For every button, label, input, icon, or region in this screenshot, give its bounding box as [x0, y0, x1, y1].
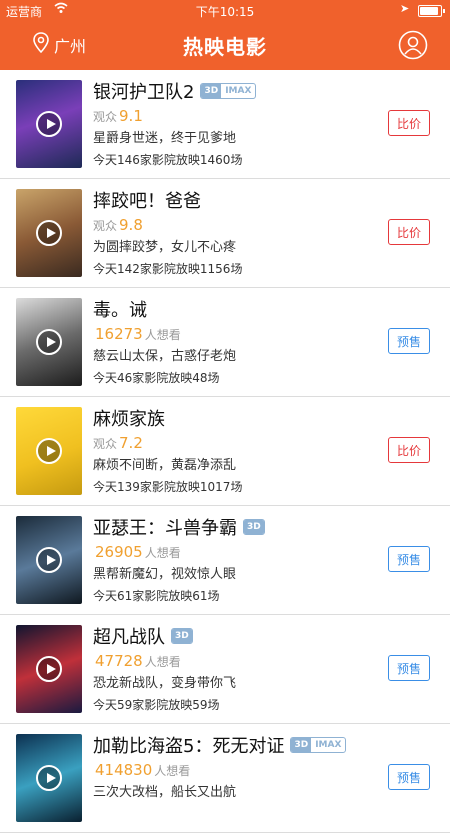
showtimes-summary: 今天139家影院放映1017场 [93, 480, 243, 494]
play-icon[interactable] [36, 438, 62, 464]
compare-price-button[interactable]: 比价 [388, 219, 430, 245]
play-icon[interactable] [36, 220, 62, 246]
badge-imax: IMAX [315, 740, 342, 750]
movie-item[interactable]: 麻烦家族 观众 7.2 麻烦不间断，黄磊净添乱 今天139家影院放映1017场 比价 [0, 397, 450, 506]
presale-button[interactable]: 预售 [388, 655, 430, 681]
showtimes-summary: 今天46家影院放映48场 [93, 371, 220, 385]
movie-tagline: 黑帮新魔幻，视效惊人眼 [93, 567, 237, 582]
movie-title: 毒。诫 [93, 300, 147, 321]
movie-tagline: 三次大改档，船长又出航 [93, 785, 237, 800]
movie-score: 414830 人想看 [93, 758, 373, 782]
movie-title: 加勒比海盗5：死无对证 [93, 736, 285, 757]
score-prefix: 观众 [93, 219, 118, 233]
movie-info: 银河护卫队2 3D IMAX 观众 9.1 星爵身世迷，终于见爹地 今天146家影院放映14… [93, 78, 373, 170]
battery-icon [418, 5, 445, 17]
play-icon[interactable] [36, 656, 62, 682]
score-value: 9.8 [119, 216, 143, 234]
movie-tagline: 星爵身世迷，终于见爹地 [93, 131, 237, 146]
movie-score: 观众 9.8 [93, 213, 373, 237]
format-badge: 3D [243, 519, 265, 535]
movie-list: 银河护卫队2 3D IMAX 观众 9.1 星爵身世迷，终于见爹地 今天146家影院放映14… [0, 70, 450, 833]
movie-poster[interactable] [16, 80, 82, 168]
showtimes-summary: 今天146家影院放映1460场 [93, 153, 243, 167]
score-suffix: 人想看 [144, 546, 181, 560]
movie-tagline: 为圆摔跤梦，女儿不心疼 [93, 240, 237, 255]
movie-item[interactable]: 摔跤吧！爸爸 观众 9.8 为圆摔跤梦，女儿不心疼 今天142家影院放映1156场 比价 [0, 179, 450, 288]
movie-poster[interactable] [16, 298, 82, 386]
movie-info: 麻烦家族 观众 7.2 麻烦不间断，黄磊净添乱 今天139家影院放映1017场 [93, 405, 373, 497]
page-title: 热映电影 [183, 35, 267, 59]
score-value: 47728 [95, 652, 143, 670]
movie-item[interactable]: 银河护卫队2 3D IMAX 观众 9.1 星爵身世迷，终于见爹地 今天146家影院放映14… [0, 70, 450, 179]
movie-tagline: 慈云山太保，古惑仔老炮 [93, 349, 237, 364]
showtimes-summary: 今天142家影院放映1156场 [93, 262, 243, 276]
presale-button[interactable]: 预售 [388, 328, 430, 354]
status-bar: 运营商 下午10:15 ➤ [0, 0, 450, 22]
movie-info: 毒。诫 16273 人想看 慈云山太保，古惑仔老炮 今天46家影院放映48场 [93, 296, 373, 388]
clock: 下午10:15 [195, 5, 255, 19]
movie-score: 47728 人想看 [93, 649, 373, 673]
score-suffix: 人想看 [154, 764, 191, 778]
movie-tagline: 恐龙新战队，变身带你飞 [93, 676, 237, 691]
format-badge: 3D IMAX [290, 737, 347, 753]
badge-3d: 3D [244, 520, 264, 534]
badge-3d: 3D [291, 738, 312, 752]
play-icon[interactable] [36, 329, 62, 355]
movie-title: 银河护卫队2 [93, 82, 195, 103]
compare-price-button[interactable]: 比价 [388, 110, 430, 136]
showtimes-summary: 今天59家影院放映59场 [93, 698, 220, 712]
score-value: 26905 [95, 543, 143, 561]
movie-title: 超凡战队 [93, 627, 165, 648]
score-value: 16273 [95, 325, 143, 343]
score-suffix: 人想看 [144, 328, 181, 342]
movie-poster[interactable] [16, 625, 82, 713]
play-icon[interactable] [36, 765, 62, 791]
movie-title: 摔跤吧！爸爸 [93, 191, 201, 212]
movie-info: 加勒比海盗5：死无对证 3D IMAX 414830 人想看三次大改档，船长又出航 [93, 732, 373, 824]
score-prefix: 观众 [93, 110, 118, 124]
score-value: 7.2 [119, 434, 143, 452]
movie-item[interactable]: 超凡战队 3D 47728 人想看恐龙新战队，变身带你飞 今天59家影院放映59场 预售 [0, 615, 450, 724]
movie-score: 观众 7.2 [93, 431, 373, 455]
score-suffix: 人想看 [144, 655, 181, 669]
badge-3d: 3D [201, 84, 222, 98]
presale-button[interactable]: 预售 [388, 546, 430, 572]
movie-poster[interactable] [16, 407, 82, 495]
showtimes-summary: 今天61家影院放映61场 [93, 589, 220, 603]
play-icon[interactable] [36, 547, 62, 573]
movie-tagline: 麻烦不间断，黄磊净添乱 [93, 458, 237, 473]
movie-score: 观众 9.1 [93, 104, 373, 128]
user-icon[interactable] [398, 30, 428, 64]
score-value: 414830 [95, 761, 153, 779]
compare-price-button[interactable]: 比价 [388, 437, 430, 463]
movie-item[interactable]: 毒。诫 16273 人想看 慈云山太保，古惑仔老炮 今天46家影院放映48场 预售 [0, 288, 450, 397]
format-badge: 3D [171, 628, 193, 644]
location-arrow-icon: ➤ [400, 2, 410, 15]
movie-item[interactable]: 亚瑟王：斗兽争霸 3D 26905 人想看黑帮新魔幻，视效惊人眼 今天61家影院放映61… [0, 506, 450, 615]
badge-3d: 3D [172, 629, 192, 643]
movie-score: 26905 人想看 [93, 540, 373, 564]
movie-info: 超凡战队 3D 47728 人想看恐龙新战队，变身带你飞 今天59家影院放映59场 [93, 623, 373, 715]
movie-info: 亚瑟王：斗兽争霸 3D 26905 人想看黑帮新魔幻，视效惊人眼 今天61家影院放映61… [93, 514, 373, 606]
movie-title: 麻烦家族 [93, 409, 165, 430]
score-prefix: 观众 [93, 437, 118, 451]
movie-score: 16273 人想看 [93, 322, 373, 346]
format-badge: 3D IMAX [200, 83, 257, 99]
movie-title: 亚瑟王：斗兽争霸 [93, 518, 237, 539]
badge-imax: IMAX [225, 86, 252, 96]
movie-poster[interactable] [16, 734, 82, 822]
score-value: 9.1 [119, 107, 143, 125]
movie-poster[interactable] [16, 189, 82, 277]
movie-item[interactable]: 加勒比海盗5：死无对证 3D IMAX 414830 人想看三次大改档，船长又出航 预售 [0, 724, 450, 833]
showtimes-summary [93, 804, 373, 824]
navbar: 广州 热映电影 [0, 22, 450, 70]
movie-info: 摔跤吧！爸爸 观众 9.8 为圆摔跤梦，女儿不心疼 今天142家影院放映1156场 [93, 187, 373, 279]
presale-button[interactable]: 预售 [388, 764, 430, 790]
header: 运营商 下午10:15 ➤ 广州 热映电影 [0, 0, 450, 70]
movie-poster[interactable] [16, 516, 82, 604]
play-icon[interactable] [36, 111, 62, 137]
